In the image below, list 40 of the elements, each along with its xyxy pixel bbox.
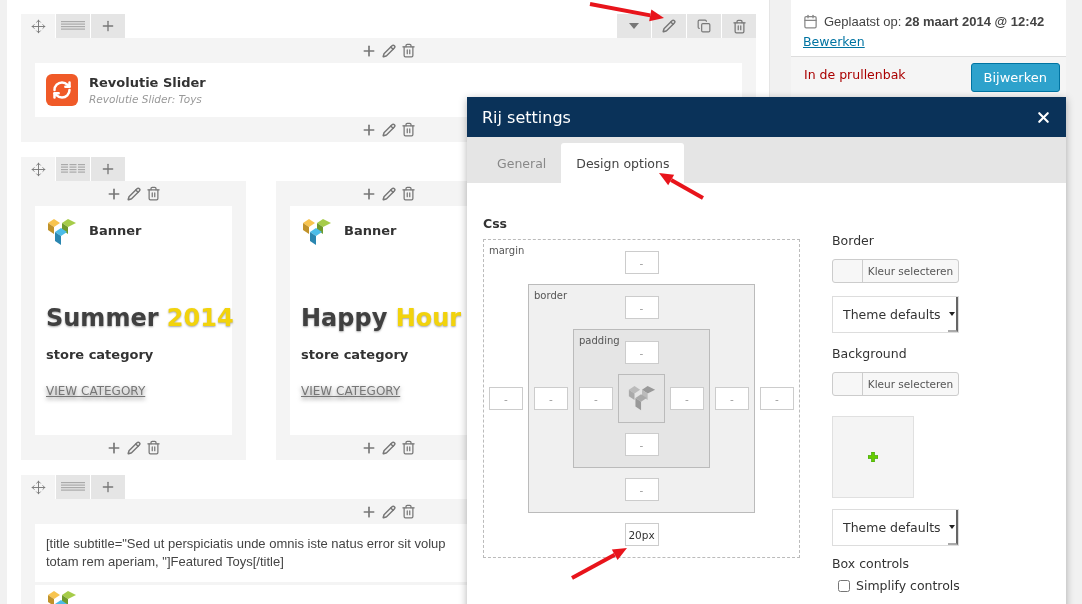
box-label: padding	[579, 335, 620, 346]
banner-category: store category	[46, 347, 155, 362]
element-title: Banner	[89, 223, 142, 238]
padding-input[interactable]: -	[624, 433, 659, 456]
edit-date-link[interactable]: Bewerken	[803, 34, 865, 49]
padding-input[interactable]: -	[579, 387, 613, 410]
border-input[interactable]: -	[624, 478, 659, 501]
color-picker-button[interactable]: Kleur selecteren	[832, 259, 959, 283]
border-input[interactable]: -	[715, 387, 749, 410]
element-title: Banner	[344, 223, 397, 238]
element-title: Revolutie Slider	[89, 75, 206, 90]
view-category-link[interactable]: VIEW CATEGORY	[301, 384, 401, 398]
border-label: Border	[832, 233, 875, 248]
view-category-link[interactable]: VIEW CATEGORY	[46, 384, 146, 398]
box-label: border	[534, 290, 567, 301]
padding-input[interactable]: -	[624, 341, 659, 364]
margin-input[interactable]: -	[760, 387, 794, 410]
banner-headline: Happy Hour	[301, 303, 463, 334]
padding-input[interactable]: -	[670, 387, 704, 410]
shortcode-text: [title subtitle="Sed ut perspiciatis unde omnis iste natus error sit volup totam rem aperiam, "]Featured Toys[/title]	[46, 535, 446, 571]
dialog-title: Rij settings	[482, 107, 571, 127]
banner-category: store category	[301, 347, 410, 362]
dialog-tab[interactable]: Design options	[561, 143, 685, 183]
margin-input[interactable]: -	[489, 387, 523, 410]
border-input[interactable]: -	[534, 387, 568, 410]
style-select[interactable]: Theme defaults	[832, 509, 959, 546]
box-label: margin	[489, 245, 525, 256]
banner-headline: Summer 2014	[46, 303, 235, 334]
color-picker-button[interactable]: Kleur selecteren	[832, 372, 959, 396]
element-subtitle: Revolutie Slider: Toys	[89, 93, 203, 105]
background-label: Background	[832, 346, 908, 361]
box-controls-label: Box controls	[832, 556, 911, 571]
published-date: Geplaatst op: 28 maart 2014 @ 12:42	[803, 14, 1054, 29]
checkbox-label: Simplify controls	[856, 578, 960, 593]
border-input[interactable]: -	[624, 296, 659, 319]
css-label: Css	[483, 216, 509, 231]
trash-link[interactable]: In de prullenbak	[804, 67, 906, 82]
style-select[interactable]: Theme defaults	[832, 296, 959, 333]
margin-input[interactable]: 20px	[624, 523, 659, 546]
margin-input[interactable]: -	[624, 251, 659, 274]
